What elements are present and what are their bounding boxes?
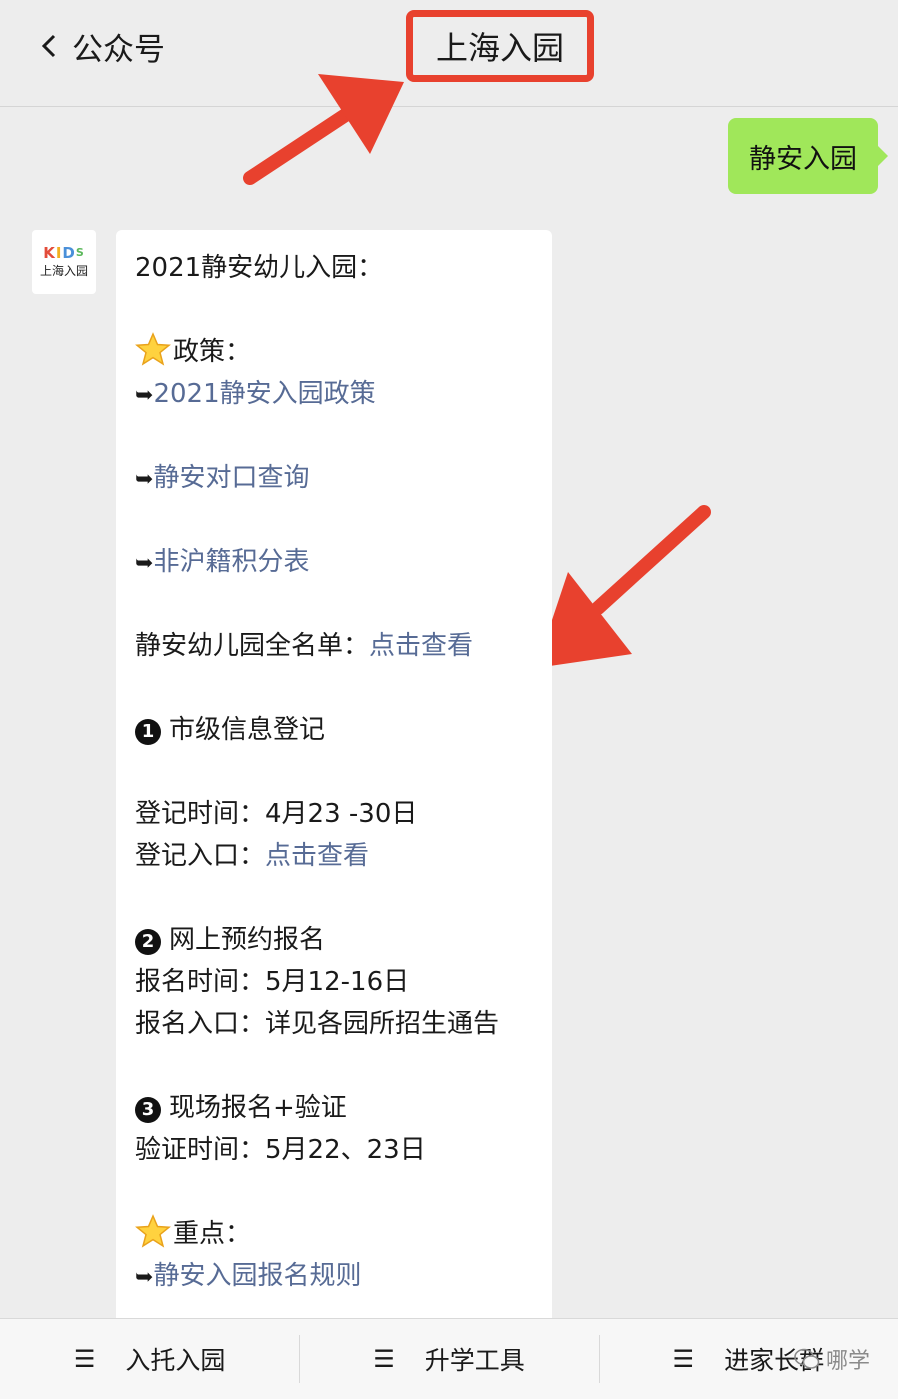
watermark-text: 哪学 [825,1349,870,1374]
menu-label: 升学工具 [424,1346,525,1375]
star-icon [135,1214,171,1248]
step3-title: 现场报名+验证 [169,1093,347,1123]
rules-link[interactable]: 静安入园报名规则 [153,1261,361,1291]
menu-label: 入托入园 [125,1346,226,1375]
outgoing-message-bubble[interactable]: 静安入园 [728,118,888,194]
step1-time-label: 登记时间： [135,799,266,829]
page-title: 上海入园 [435,29,564,67]
step3-number-icon: 3 [135,1097,161,1123]
step1-number-icon: 1 [135,719,161,745]
wechat-logo-icon [794,1348,820,1369]
menu-icon: ☰ [73,1345,96,1373]
fulllist-label: 静安幼儿园全名单： [135,631,370,661]
step1-entry-label: 登记入口： [135,841,266,871]
step2-time: 5月12-16日 [265,967,410,997]
hook-arrow-icon: ➥ [135,1265,154,1290]
nav-bar: 公众号 上海入园 [0,0,898,107]
policy-label: 政策： [173,337,252,367]
policy-link[interactable]: 2021静安入园政策 [153,379,375,409]
chevron-left-icon [41,34,56,58]
account-avatar[interactable]: KIDS 上海入园 [32,230,96,294]
back-label: 公众号 [72,31,165,68]
points-table-link[interactable]: 非沪籍积分表 [153,547,309,577]
page-title-highlight: 上海入园 [406,10,594,82]
step3-time: 5月22、23日 [265,1135,426,1165]
watermark: 哪学 [794,1343,870,1375]
back-button[interactable]: 公众号 [38,22,165,70]
hook-arrow-icon: ➥ [135,383,154,408]
menu-icon: ☰ [672,1345,695,1373]
step1-time: 4月23 -30日 [265,799,418,829]
key-label: 重点： [173,1219,252,1249]
step1-entry-link[interactable]: 点击查看 [265,841,369,871]
arrow-to-list-icon [536,505,711,668]
hook-arrow-icon: ➥ [135,551,154,576]
step1-title: 市级信息登记 [169,715,326,745]
menu-item-tools[interactable]: ☰ 升学工具 [299,1319,598,1399]
step2-title: 网上预约报名 [169,925,326,955]
step3-time-label: 验证时间： [135,1135,266,1165]
step2-number-icon: 2 [135,929,161,955]
step2-entry-label: 报名入口： [135,1009,266,1039]
lookup-link[interactable]: 静安对口查询 [153,463,309,493]
step2-entry: 详见各园所招生通告 [265,1009,500,1039]
avatar-logo: KIDS [43,244,85,262]
menu-item-kindergarten[interactable]: ☰ 入托入园 [0,1319,299,1399]
step2-time-label: 报名时间： [135,967,266,997]
message-heading: 2021静安幼儿入园： [135,253,384,283]
hook-arrow-icon: ➥ [135,467,154,492]
star-icon [135,332,171,366]
menu-icon: ☰ [373,1345,395,1373]
fulllist-link[interactable]: 点击查看 [369,631,473,661]
avatar-sub-label: 上海入园 [39,264,88,278]
incoming-message-bubble: 2021静安幼儿入园： 政策： ➥2021静安入园政策 ➥静安对口查询 ➥非沪籍… [116,230,552,1330]
bottom-menu-bar: ☰ 入托入园 ☰ 升学工具 ☰ 进家长群 [0,1318,898,1399]
